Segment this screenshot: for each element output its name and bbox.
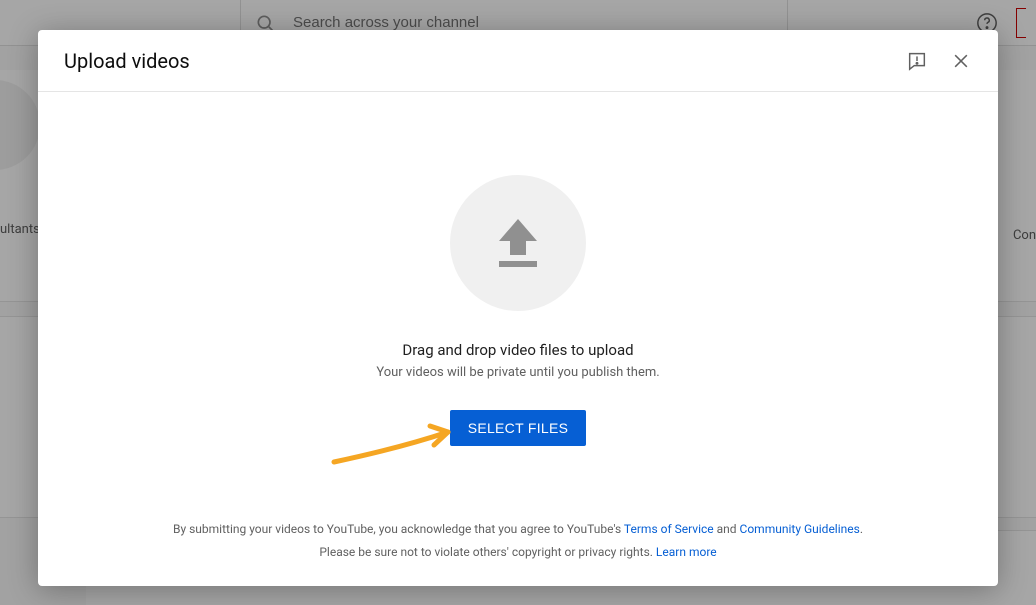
community-guidelines-link[interactable]: Community Guidelines	[740, 522, 860, 536]
dialog-title: Upload videos	[64, 49, 190, 73]
upload-icon	[493, 215, 543, 271]
feedback-icon	[906, 50, 928, 72]
close-button[interactable]	[950, 50, 972, 72]
footer-text: and	[714, 522, 740, 536]
dialog-header: Upload videos	[38, 30, 998, 92]
modal-overlay: Upload videos	[0, 0, 1036, 605]
learn-more-link[interactable]: Learn more	[656, 545, 717, 559]
dialog-footer: By submitting your videos to YouTube, yo…	[38, 518, 998, 586]
footer-text: .	[860, 522, 863, 536]
close-icon	[951, 51, 971, 71]
drag-drop-title: Drag and drop video files to upload	[402, 341, 633, 359]
footer-text: Please be sure not to violate others' co…	[319, 545, 656, 559]
dialog-body: Drag and drop video files to upload Your…	[38, 92, 998, 518]
upload-dialog: Upload videos	[38, 30, 998, 586]
footer-text: By submitting your videos to YouTube, yo…	[173, 522, 624, 536]
select-files-button[interactable]: Select Files	[450, 410, 587, 446]
upload-dropzone[interactable]	[450, 175, 586, 311]
terms-of-service-link[interactable]: Terms of Service	[624, 522, 714, 536]
feedback-button[interactable]	[906, 50, 928, 72]
drag-drop-subtitle: Your videos will be private until you pu…	[376, 365, 659, 380]
